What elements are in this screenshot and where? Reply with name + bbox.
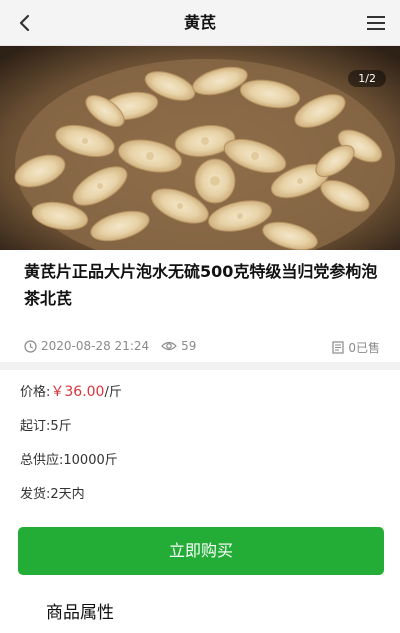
price-row: 价格:￥36.00/斤 [20,381,122,401]
hamburger-icon [364,12,388,30]
menu-button[interactable] [364,12,388,34]
buy-now-button[interactable]: 立即购买 [18,527,384,575]
view-count: 59 [181,339,197,353]
clock-icon [24,339,37,353]
moq-row: 起订:5斤 [20,419,72,434]
product-image-carousel[interactable]: 1/2 [0,46,400,250]
section-divider [0,362,400,370]
image-page-indicator: 1/2 [348,70,386,87]
product-title: 黄芪片正品大片泡水无硫500克特级当归党参枸泡茶北芪 [24,262,378,308]
supply-row: 总供应:10000斤 [20,453,118,468]
price-label: 价格: [20,385,51,400]
price-value: ￥36.00 [50,384,105,400]
sold-count: 0已售 [348,341,380,355]
product-meta: 2020-08-28 21:24 59 0已售 [0,336,400,358]
shipping-row: 发货:2天内 [20,487,85,502]
attributes-heading: 商品属性 [46,603,114,623]
top-bar: 黄芪 [0,0,400,46]
product-photo [0,46,400,250]
page-title: 黄芪 [183,13,216,32]
eye-icon [161,341,177,351]
publish-date: 2020-08-28 21:24 [41,339,150,353]
document-icon [332,341,344,354]
price-unit: /斤 [104,385,122,400]
